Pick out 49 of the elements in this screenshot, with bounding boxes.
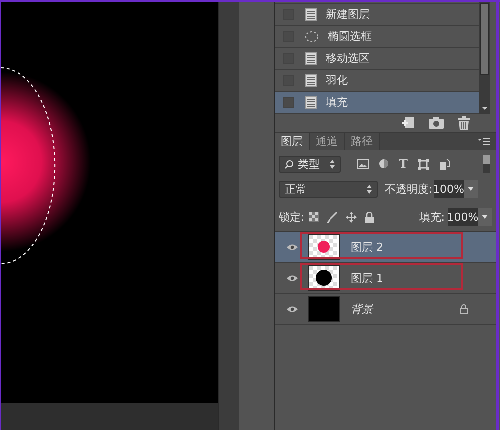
lock-label: 锁定: — [279, 210, 305, 224]
padlock-icon — [460, 304, 468, 314]
transform-icon[interactable] — [418, 158, 429, 170]
camera-icon[interactable] — [429, 117, 444, 129]
history-item[interactable]: 填充 — [275, 92, 479, 114]
eye-icon[interactable] — [287, 274, 298, 282]
opacity-field[interactable]: 100% — [434, 180, 464, 198]
document-icon — [305, 52, 317, 65]
caret-icon — [482, 215, 488, 219]
scrollbar[interactable] — [479, 2, 490, 114]
blend-mode-dropdown[interactable]: 正常 — [279, 180, 378, 198]
history-item[interactable]: 移动选区 — [275, 48, 479, 70]
layer-row[interactable]: 图层 1 — [275, 263, 496, 294]
caret-icon — [468, 187, 474, 191]
trash-icon[interactable] — [458, 116, 470, 130]
layer-row[interactable]: 背景 — [275, 294, 496, 325]
checkerboard-icon[interactable] — [308, 212, 319, 222]
panel-tab[interactable]: 图层 — [275, 133, 310, 150]
document-icon — [305, 74, 317, 87]
brush-icon[interactable] — [326, 212, 338, 222]
opacity-dropdown[interactable] — [464, 180, 478, 198]
image-icon[interactable] — [357, 159, 369, 169]
checkbox[interactable] — [283, 97, 294, 108]
document-icon — [305, 96, 317, 109]
circle-icon[interactable] — [379, 159, 389, 169]
layer-row[interactable]: 图层 2 — [275, 232, 496, 263]
new-document-icon[interactable] — [401, 116, 415, 130]
panel-tab[interactable]: 路径 — [345, 133, 380, 150]
menu-icon[interactable] — [478, 138, 490, 146]
eye-icon[interactable] — [287, 306, 298, 312]
stepper-icon — [367, 184, 372, 194]
history-item[interactable]: 椭圆选框 — [275, 26, 479, 48]
stepper-icon — [330, 160, 335, 168]
text-icon[interactable]: T — [399, 158, 408, 170]
filter-dropdown[interactable]: 类型 — [279, 156, 341, 172]
filter-toggle[interactable] — [483, 155, 490, 173]
history-item[interactable]: 新建图层 — [275, 4, 479, 26]
search-icon — [285, 160, 294, 168]
fill-dropdown[interactable] — [478, 208, 492, 226]
eye-icon[interactable] — [287, 244, 298, 250]
fill-field[interactable]: 100% — [448, 208, 478, 226]
panel-tab[interactable]: 通道 — [310, 133, 345, 150]
document-icon — [305, 8, 317, 21]
smart-object-icon[interactable] — [438, 158, 450, 170]
padlock-icon[interactable] — [364, 212, 374, 222]
ellipse-marquee-icon — [305, 30, 319, 42]
fill-label: 填充: — [419, 210, 445, 224]
opacity-label: 不透明度: — [385, 182, 433, 196]
move-icon[interactable] — [346, 212, 357, 222]
